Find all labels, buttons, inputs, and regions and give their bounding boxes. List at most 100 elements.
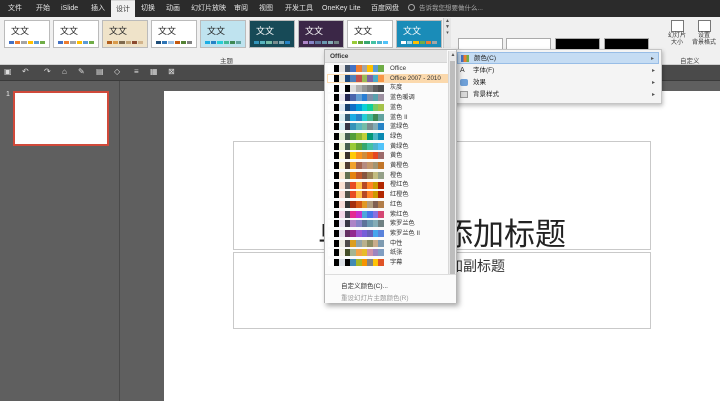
undo-icon[interactable]: ↶	[22, 67, 29, 76]
color-scheme-item[interactable]: 灰度	[327, 83, 448, 92]
color-scheme-item[interactable]: 蓝色暖调	[327, 93, 448, 102]
theme-thumb-2[interactable]: 文文	[53, 20, 99, 48]
color-scheme-item[interactable]: 中性	[327, 239, 448, 248]
menu-item-colors[interactable]: 颜色(C) ▸	[457, 52, 659, 64]
tab-slideshow[interactable]: 幻灯片放映	[186, 0, 231, 17]
color-swatch-strip	[328, 259, 384, 267]
crop-icon[interactable]: ⊠	[168, 67, 175, 76]
tab-islide[interactable]: iSlide	[56, 0, 83, 17]
color-scheme-item[interactable]: 字幕	[327, 258, 448, 267]
color-scheme-item[interactable]: 绿色	[327, 132, 448, 141]
tab-view[interactable]: 视图	[254, 0, 278, 17]
color-swatch	[378, 181, 384, 189]
slide-size-button[interactable]: 幻灯片 大小	[664, 20, 690, 47]
color-swatch-strip	[328, 133, 384, 141]
slide-size-icon	[670, 20, 684, 32]
color-scheme-label: 红色	[390, 200, 403, 208]
color-scheme-item[interactable]: 黄绿色	[327, 142, 448, 151]
menu-item-effects[interactable]: 效果 ▸	[457, 77, 659, 89]
theme-thumb-8[interactable]: 文文	[347, 20, 393, 48]
color-scheme-item[interactable]: 橙红色	[327, 180, 448, 189]
format-painter-icon[interactable]: ⌂	[62, 67, 67, 76]
theme-thumb-6[interactable]: 文文	[249, 20, 295, 48]
scroll-up-icon[interactable]: ▲	[449, 51, 457, 59]
color-swatch-strip	[328, 181, 384, 189]
dropdown-footer: 自定义颜色(C)... 重设幻灯片主题颜色(R)	[325, 274, 456, 303]
theme-thumb-7[interactable]: 文文	[298, 20, 344, 48]
tab-developer[interactable]: 开发工具	[280, 0, 318, 17]
gallery-scroll[interactable]: ▲ ▼ ▾	[443, 18, 451, 48]
grid-icon[interactable]: ▦	[150, 67, 158, 76]
color-swatch-strip	[328, 249, 384, 257]
slide-thumbnail[interactable]	[13, 91, 109, 146]
lightbulb-icon	[408, 4, 415, 11]
layout-icon[interactable]: ▤	[96, 67, 104, 76]
format-background-icon	[697, 20, 711, 32]
redo-icon[interactable]: ↷	[44, 67, 51, 76]
color-scheme-item[interactable]: 紫罗兰色 II	[327, 229, 448, 238]
slide-size-label: 幻灯片 大小	[667, 33, 686, 46]
color-scheme-item[interactable]: 红色	[327, 200, 448, 209]
color-scheme-label: 黄绿色	[390, 142, 409, 150]
tab-home[interactable]: 开始	[31, 0, 55, 17]
dropdown-scrollbar[interactable]: ▲ ▼	[448, 51, 456, 289]
custom-colors-button[interactable]: 自定义颜色(C)...	[341, 280, 388, 290]
tab-file[interactable]: 文件	[3, 0, 27, 17]
scroll-thumb[interactable]	[450, 61, 455, 277]
theme-thumb-5[interactable]: 文文	[200, 20, 246, 48]
theme-thumb-9[interactable]: 文文	[396, 20, 442, 48]
color-swatch-strip	[328, 103, 384, 111]
theme-thumb-text: 文文	[403, 27, 422, 37]
color-scheme-item[interactable]: Office	[327, 64, 448, 73]
menu-item-background-styles[interactable]: 背景样式 ▸	[457, 89, 659, 101]
brush-icon[interactable]: ✎	[78, 67, 85, 76]
tell-me-search[interactable]: 告诉我您想要做什么...	[408, 0, 483, 17]
tab-transitions[interactable]: 切换	[136, 0, 160, 17]
align-icon[interactable]: ≡	[134, 67, 139, 76]
color-scheme-item[interactable]: 黄橙色	[327, 161, 448, 170]
tab-design[interactable]: 设计	[111, 0, 135, 17]
color-scheme-item[interactable]: 橙色	[327, 171, 448, 180]
color-swatch-strip	[328, 74, 384, 82]
variants-menu: 颜色(C) ▸ A 字体(F) ▸ 效果 ▸ 背景样式 ▸	[454, 49, 662, 104]
color-swatch	[378, 230, 384, 238]
tab-animations[interactable]: 动画	[161, 0, 185, 17]
color-swatch-strip	[328, 230, 384, 238]
color-scheme-item[interactable]: 红橙色	[327, 190, 448, 199]
color-scheme-label: 灰度	[390, 84, 403, 92]
theme-thumb-text: 文文	[11, 27, 30, 37]
color-swatch-strip	[328, 200, 384, 208]
menu-bar: 文件 开始 iSlide 插入 设计 切换 动画 幻灯片放映 审阅 视图 开发工…	[0, 0, 720, 17]
theme-thumb-1[interactable]: 文文	[4, 20, 50, 48]
color-scheme-item[interactable]: 紫罗兰色	[327, 219, 448, 228]
menu-item-fonts[interactable]: A 字体(F) ▸	[457, 65, 659, 77]
tab-insert[interactable]: 插入	[86, 0, 110, 17]
color-scheme-item[interactable]: 黄色	[327, 151, 448, 160]
color-scheme-label: 红橙色	[390, 191, 409, 199]
save-icon[interactable]: ▣	[4, 67, 12, 76]
shape-icon[interactable]: ◇	[114, 67, 120, 76]
tab-baidu[interactable]: 百度网盘	[366, 0, 404, 17]
color-scheme-item[interactable]: 紫红色	[327, 210, 448, 219]
color-scheme-label: 纸张	[390, 249, 403, 257]
theme-thumb-3[interactable]: 文文	[102, 20, 148, 48]
color-scheme-item[interactable]: 蓝色	[327, 103, 448, 112]
color-swatch-strip	[328, 239, 384, 247]
format-background-button[interactable]: 设置 背景格式	[690, 20, 718, 47]
effects-icon	[460, 79, 468, 86]
menu-item-background-styles-label: 背景样式	[473, 91, 499, 98]
slide-pane: 1	[0, 81, 120, 401]
color-scheme-item[interactable]: 蓝色 II	[327, 113, 448, 122]
color-scheme-item[interactable]: Office 2007 - 2010	[327, 73, 448, 83]
color-swatch-strip	[328, 142, 384, 150]
color-swatch-strip	[328, 191, 384, 199]
color-scheme-item[interactable]: 蓝绿色	[327, 122, 448, 131]
tab-onekey[interactable]: OneKey Lite	[317, 0, 366, 17]
color-swatch	[378, 84, 384, 92]
tab-review[interactable]: 审阅	[229, 0, 253, 17]
theme-thumb-4[interactable]: 文文	[151, 20, 197, 48]
chevron-right-icon: ▸	[650, 56, 654, 62]
color-swatch	[378, 239, 384, 247]
color-swatch-strip	[328, 210, 384, 218]
color-scheme-item[interactable]: 纸张	[327, 248, 448, 257]
